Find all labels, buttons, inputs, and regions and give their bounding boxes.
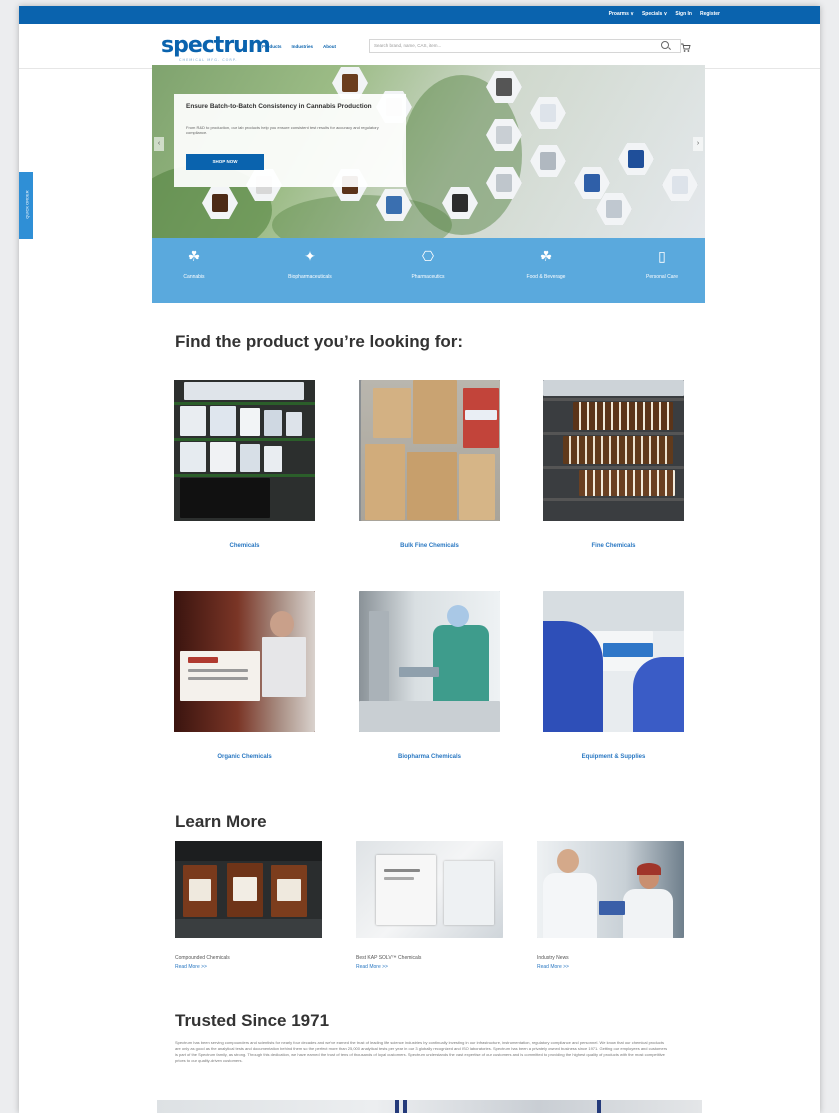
capsule-icon: ⎔ (421, 248, 435, 264)
quick-order-tab[interactable]: QUICK ORDER (19, 172, 33, 239)
top-bar: Proarms ∨ Specials ∨ Sign In Register (19, 6, 820, 24)
carousel-prev-icon[interactable]: ‹ (154, 137, 164, 151)
nav-industries[interactable]: Industries (292, 44, 314, 49)
top-links: Proarms ∨ Specials ∨ Sign In Register (609, 11, 720, 17)
tile-label-chemicals[interactable]: Chemicals (174, 543, 315, 549)
quick-order-label: QUICK ORDER (24, 190, 30, 219)
tile-equipment-supplies-image[interactable] (543, 591, 684, 732)
tile-label-biopharma-chemicals[interactable]: Biopharma Chemicals (359, 754, 500, 760)
hero-banner: Ensure Batch-to-Batch Consistency in Can… (152, 65, 705, 238)
find-products-heading: Find the product you’re looking for: (175, 332, 464, 351)
learn-caption-compounded: Compounded Chemicals (175, 955, 230, 961)
tile-organic-chemicals-image[interactable] (174, 591, 315, 732)
top-link-sign-in[interactable]: Sign In (675, 11, 692, 17)
search-placeholder: Search brand, name, CAS, item... (374, 43, 442, 48)
hero-card: Ensure Batch-to-Batch Consistency in Can… (174, 94, 406, 187)
product-hex (662, 169, 698, 201)
tile-label-equipment-supplies[interactable]: Equipment & Supplies (543, 754, 684, 760)
top-link-programs[interactable]: Proarms ∨ (609, 11, 634, 17)
apple-icon: ☘ (539, 248, 553, 264)
tile-label-bulk-fine-chemicals[interactable]: Bulk Fine Chemicals (359, 543, 500, 549)
learn-caption-kap-solv: Best KAP SOLV™ Chemicals (356, 955, 422, 961)
trusted-paragraph: Spectrum has been serving compounders an… (175, 1040, 668, 1063)
category-label: Biopharmaceuticals (288, 274, 332, 280)
tile-label-fine-chemicals[interactable]: Fine Chemicals (543, 543, 684, 549)
learn-more-heading: Learn More (175, 812, 267, 831)
nav-about[interactable]: About (323, 44, 336, 49)
dna-icon: ✦ (304, 248, 316, 264)
tile-chemicals-image[interactable] (174, 380, 315, 521)
tile-fine-chemicals-image[interactable] (543, 380, 684, 521)
product-hex (618, 143, 654, 175)
learn-card-image-chemicals[interactable] (356, 841, 503, 938)
trusted-heading: Trusted Since 1971 (175, 1011, 330, 1030)
category-food-beverage[interactable]: ☘ Food & Beverage (506, 246, 586, 280)
category-label: Personal Care (646, 274, 678, 280)
carousel-next-icon[interactable]: › (693, 137, 703, 151)
cart-icon[interactable] (681, 40, 691, 52)
tile-label-organic-chemicals[interactable]: Organic Chemicals (174, 754, 315, 760)
search-icon[interactable] (661, 41, 669, 49)
category-label: Food & Beverage (526, 274, 566, 280)
logo-text: spectrum (161, 33, 271, 58)
learn-card-image-compounded[interactable] (175, 841, 322, 938)
category-label: Pharmaceutics (411, 274, 445, 280)
hero-title: Ensure Batch-to-Batch Consistency in Can… (186, 103, 372, 110)
read-more-link[interactable]: Read More >> (175, 964, 207, 970)
product-hex (530, 97, 566, 129)
category-biopharmaceuticals[interactable]: ✦ Biopharmaceuticals (270, 246, 350, 280)
industry-category-bar: ☘ Cannabis ✦ Biopharmaceuticals ⎔ Pharma… (152, 238, 705, 303)
site-header: spectrum CHEMICAL MFG. CORP. Products In… (19, 24, 820, 69)
top-link-register[interactable]: Register (700, 11, 720, 17)
product-hex (530, 145, 566, 177)
page: Proarms ∨ Specials ∨ Sign In Register sp… (19, 6, 820, 1113)
hero-description: From R&D to production, our lab products… (186, 125, 379, 135)
learn-caption-industry-news: Industry News (537, 955, 569, 961)
category-pharmaceutics[interactable]: ⎔ Pharmaceutics (388, 246, 468, 280)
category-cannabis[interactable]: ☘ Cannabis (154, 246, 234, 280)
cannabis-leaf-icon: ☘ (187, 248, 201, 264)
learn-card-image-industry-news[interactable] (537, 841, 684, 938)
logo-subtitle: CHEMICAL MFG. CORP. (179, 58, 238, 62)
spectrum-logo[interactable]: spectrum CHEMICAL MFG. CORP. (161, 33, 271, 62)
tile-bulk-fine-chemicals-image[interactable] (359, 380, 500, 521)
read-more-link[interactable]: Read More >> (356, 964, 388, 970)
category-personal-care[interactable]: ▯ Personal Care (622, 246, 702, 280)
top-link-specials[interactable]: Specials ∨ (642, 11, 667, 17)
nav-products[interactable]: Products (262, 44, 282, 49)
tile-biopharma-chemicals-image[interactable] (359, 591, 500, 732)
main-nav: Products Industries About (262, 44, 336, 49)
facility-banner-image (157, 1100, 702, 1113)
search-input[interactable]: Search brand, name, CAS, item... (369, 39, 681, 53)
bottle-icon: ▯ (658, 248, 666, 264)
read-more-link[interactable]: Read More >> (537, 964, 569, 970)
category-label: Cannabis (183, 274, 205, 280)
shop-now-button[interactable]: SHOP NOW (186, 154, 264, 170)
